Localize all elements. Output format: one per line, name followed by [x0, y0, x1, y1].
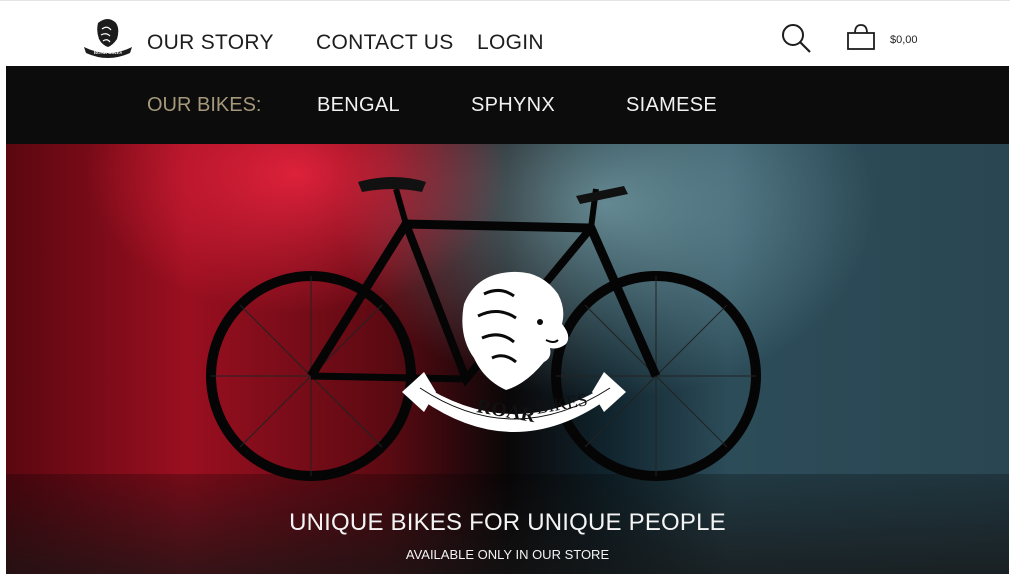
category-siamese-link[interactable]: SIAMESE: [626, 94, 717, 117]
roar-bikes-logo[interactable]: ROAR BIKES: [80, 17, 136, 59]
our-bikes-label: OUR BIKES:: [147, 94, 262, 116]
bicycle-handlebar: [576, 186, 628, 204]
nav-contact-us-link[interactable]: CONTACT US: [316, 31, 454, 55]
search-icon[interactable]: [780, 23, 812, 55]
category-bar: OUR BIKES: BENGAL SPHYNX SIAMESE: [6, 66, 1009, 144]
bicycle-saddle: [358, 177, 426, 192]
category-sphynx-link[interactable]: SPHYNX: [471, 94, 555, 117]
cart-total[interactable]: $0,00: [890, 34, 918, 46]
hero-subtagline: AVAILABLE ONLY IN OUR STORE: [405, 547, 610, 562]
category-bengal-link[interactable]: BENGAL: [317, 94, 400, 117]
svg-text:ROAR BIKES: ROAR BIKES: [94, 50, 123, 55]
nav-our-story-link[interactable]: OUR STORY: [147, 31, 274, 55]
hero-tagline: UNIQUE BIKES FOR UNIQUE PEOPLE: [289, 509, 726, 536]
hero-banner: ROAR BIKES UNIQUE BIKES FOR UNIQUE PEOPL…: [6, 144, 1009, 574]
top-header: ROAR BIKES OUR STORY CONTACT US LOGIN $0…: [0, 0, 1010, 67]
nav-login-link[interactable]: LOGIN: [477, 31, 544, 55]
cart-icon[interactable]: [846, 23, 876, 51]
